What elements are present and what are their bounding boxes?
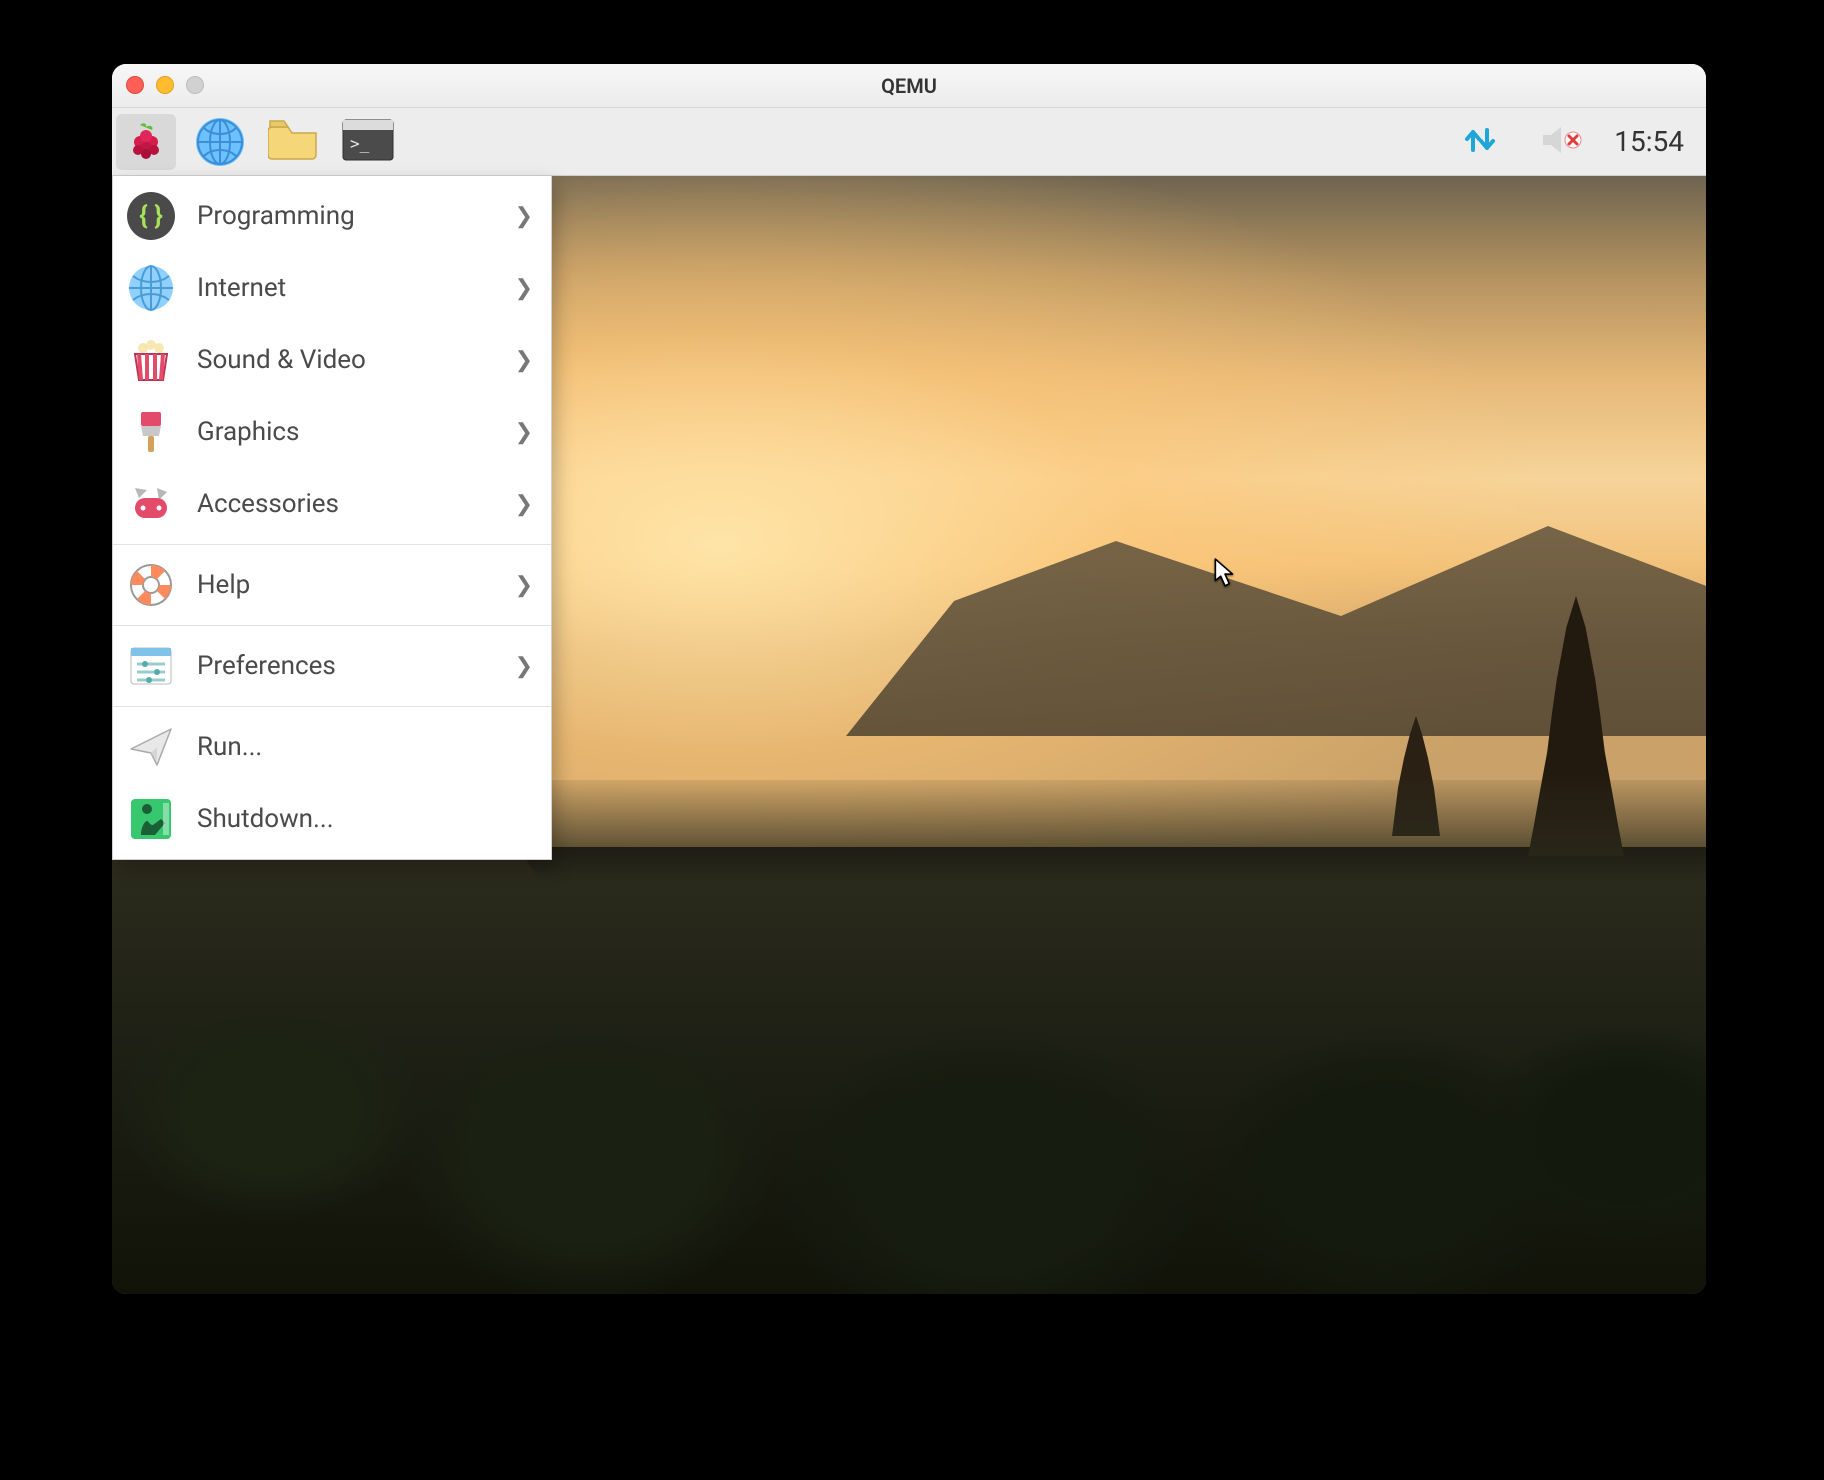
panel-clock[interactable]: 15:54 (1614, 125, 1694, 158)
window-controls (126, 76, 204, 94)
taskbar-panel: >_ 15:54 (112, 108, 1706, 176)
globe-icon (123, 260, 179, 316)
web-browser-launcher[interactable] (190, 114, 250, 170)
minimize-window-button[interactable] (156, 76, 174, 94)
qemu-host-window: QEMU (112, 64, 1706, 1294)
menu-item-label: Graphics (197, 417, 497, 447)
app-menu-button[interactable] (116, 114, 176, 170)
menu-item-shutdown[interactable]: Shutdown... (113, 783, 551, 855)
menu-item-programming[interactable]: { } Programming ❯ (113, 180, 551, 252)
menu-item-run[interactable]: Run... (113, 711, 551, 783)
menu-item-graphics[interactable]: Graphics ❯ (113, 396, 551, 468)
mouse-cursor (1214, 558, 1236, 588)
menu-item-help[interactable]: Help ❯ (113, 549, 551, 621)
close-window-button[interactable] (126, 76, 144, 94)
menu-separator (113, 625, 551, 626)
guest-desktop[interactable]: >_ 15:54 (112, 108, 1706, 1294)
chevron-right-icon: ❯ (515, 276, 533, 301)
chevron-right-icon: ❯ (515, 204, 533, 229)
raspberry-icon (126, 120, 166, 164)
network-indicator[interactable] (1450, 114, 1510, 170)
stage: QEMU (0, 0, 1824, 1480)
menu-item-internet[interactable]: Internet ❯ (113, 252, 551, 324)
chevron-right-icon: ❯ (515, 492, 533, 517)
menu-item-label: Programming (197, 201, 497, 231)
terminal-launcher[interactable]: >_ (338, 114, 398, 170)
file-manager-launcher[interactable] (264, 114, 324, 170)
chevron-right-icon: ❯ (515, 654, 533, 679)
paperplane-icon (123, 719, 179, 775)
folder-icon (268, 119, 320, 165)
volume-indicator[interactable] (1532, 114, 1592, 170)
swissknife-icon (123, 476, 179, 532)
menu-item-sound-video[interactable]: Sound & Video ❯ (113, 324, 551, 396)
lifering-icon (123, 557, 179, 613)
application-menu: { } Programming ❯ Internet ❯ (112, 176, 552, 860)
menu-item-label: Help (197, 570, 497, 600)
svg-text:>_: >_ (350, 134, 370, 153)
menu-separator (113, 544, 551, 545)
menu-separator (113, 706, 551, 707)
host-titlebar[interactable]: QEMU (112, 64, 1706, 108)
zoom-window-button[interactable] (186, 76, 204, 94)
paintbrush-icon (123, 404, 179, 460)
globe-icon (196, 118, 244, 166)
exit-icon (123, 791, 179, 847)
menu-item-accessories[interactable]: Accessories ❯ (113, 468, 551, 540)
chevron-right-icon: ❯ (515, 420, 533, 445)
menu-item-preferences[interactable]: Preferences ❯ (113, 630, 551, 702)
sliders-icon (123, 638, 179, 694)
volume-muted-icon (1541, 124, 1583, 160)
popcorn-icon (123, 332, 179, 388)
braces-icon: { } (123, 188, 179, 244)
chevron-right-icon: ❯ (515, 348, 533, 373)
terminal-icon: >_ (342, 119, 394, 165)
menu-item-label: Internet (197, 273, 497, 303)
menu-item-label: Accessories (197, 489, 497, 519)
host-window-title: QEMU (881, 74, 937, 98)
chevron-right-icon: ❯ (515, 573, 533, 598)
network-updown-icon (1460, 120, 1500, 164)
menu-item-label: Shutdown... (197, 804, 533, 834)
menu-item-label: Sound & Video (197, 345, 497, 375)
menu-item-label: Preferences (197, 651, 497, 681)
menu-item-label: Run... (197, 732, 533, 762)
